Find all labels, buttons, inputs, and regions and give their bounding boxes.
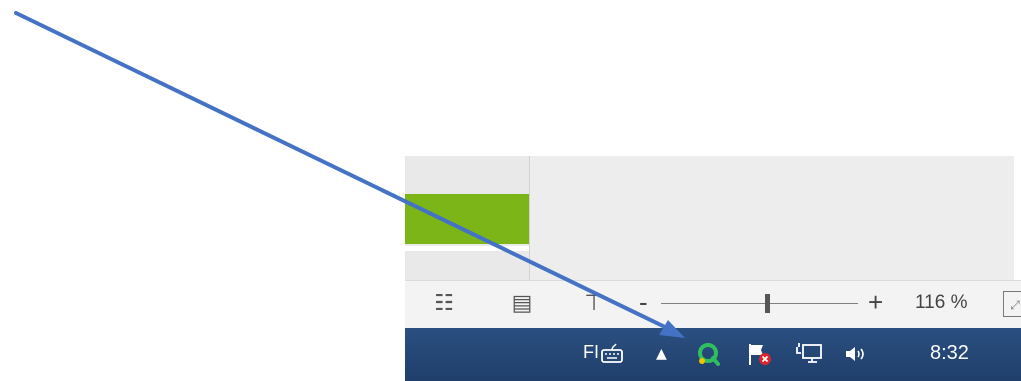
action-center-flag-icon[interactable] [746, 341, 776, 367]
green-band-white-stripe [405, 246, 529, 251]
status-bar: ☷ ▤ ⊤ - + 116 % ⤢ [405, 280, 1021, 329]
language-indicator[interactable]: FI [583, 342, 599, 363]
slide-canvas [529, 156, 1021, 280]
window-right-edge [1014, 156, 1021, 280]
reading-view-icon[interactable]: ▤ [509, 291, 535, 317]
network-icon[interactable] [794, 341, 826, 367]
show-hidden-icons-arrow[interactable]: ▲ [656, 341, 672, 367]
keyboard-icon[interactable] [599, 341, 627, 367]
app-tray-icon[interactable] [695, 341, 723, 367]
zoom-out-button[interactable]: - [639, 285, 648, 319]
clock[interactable]: 8:32 [930, 342, 969, 365]
taskbar: FI ▲ 8:32 [405, 328, 1021, 381]
zoom-in-button[interactable]: + [868, 285, 883, 319]
grid-view-icon[interactable]: ☷ [431, 291, 457, 317]
slide-thumbnail-green-band [405, 194, 529, 251]
volume-icon[interactable] [842, 341, 872, 367]
presentation-view-icon[interactable]: ⊤ [581, 291, 607, 317]
screenshot-canvas: ☷ ▤ ⊤ - + 116 % ⤢ FI ▲ 8:32 [0, 0, 1021, 381]
zoom-level[interactable]: 116 % [915, 292, 967, 314]
document-area [405, 156, 1021, 280]
zoom-slider-track[interactable] [661, 303, 858, 304]
zoom-slider-thumb[interactable] [765, 294, 770, 313]
fit-to-window-icon[interactable]: ⤢ [1003, 291, 1021, 317]
